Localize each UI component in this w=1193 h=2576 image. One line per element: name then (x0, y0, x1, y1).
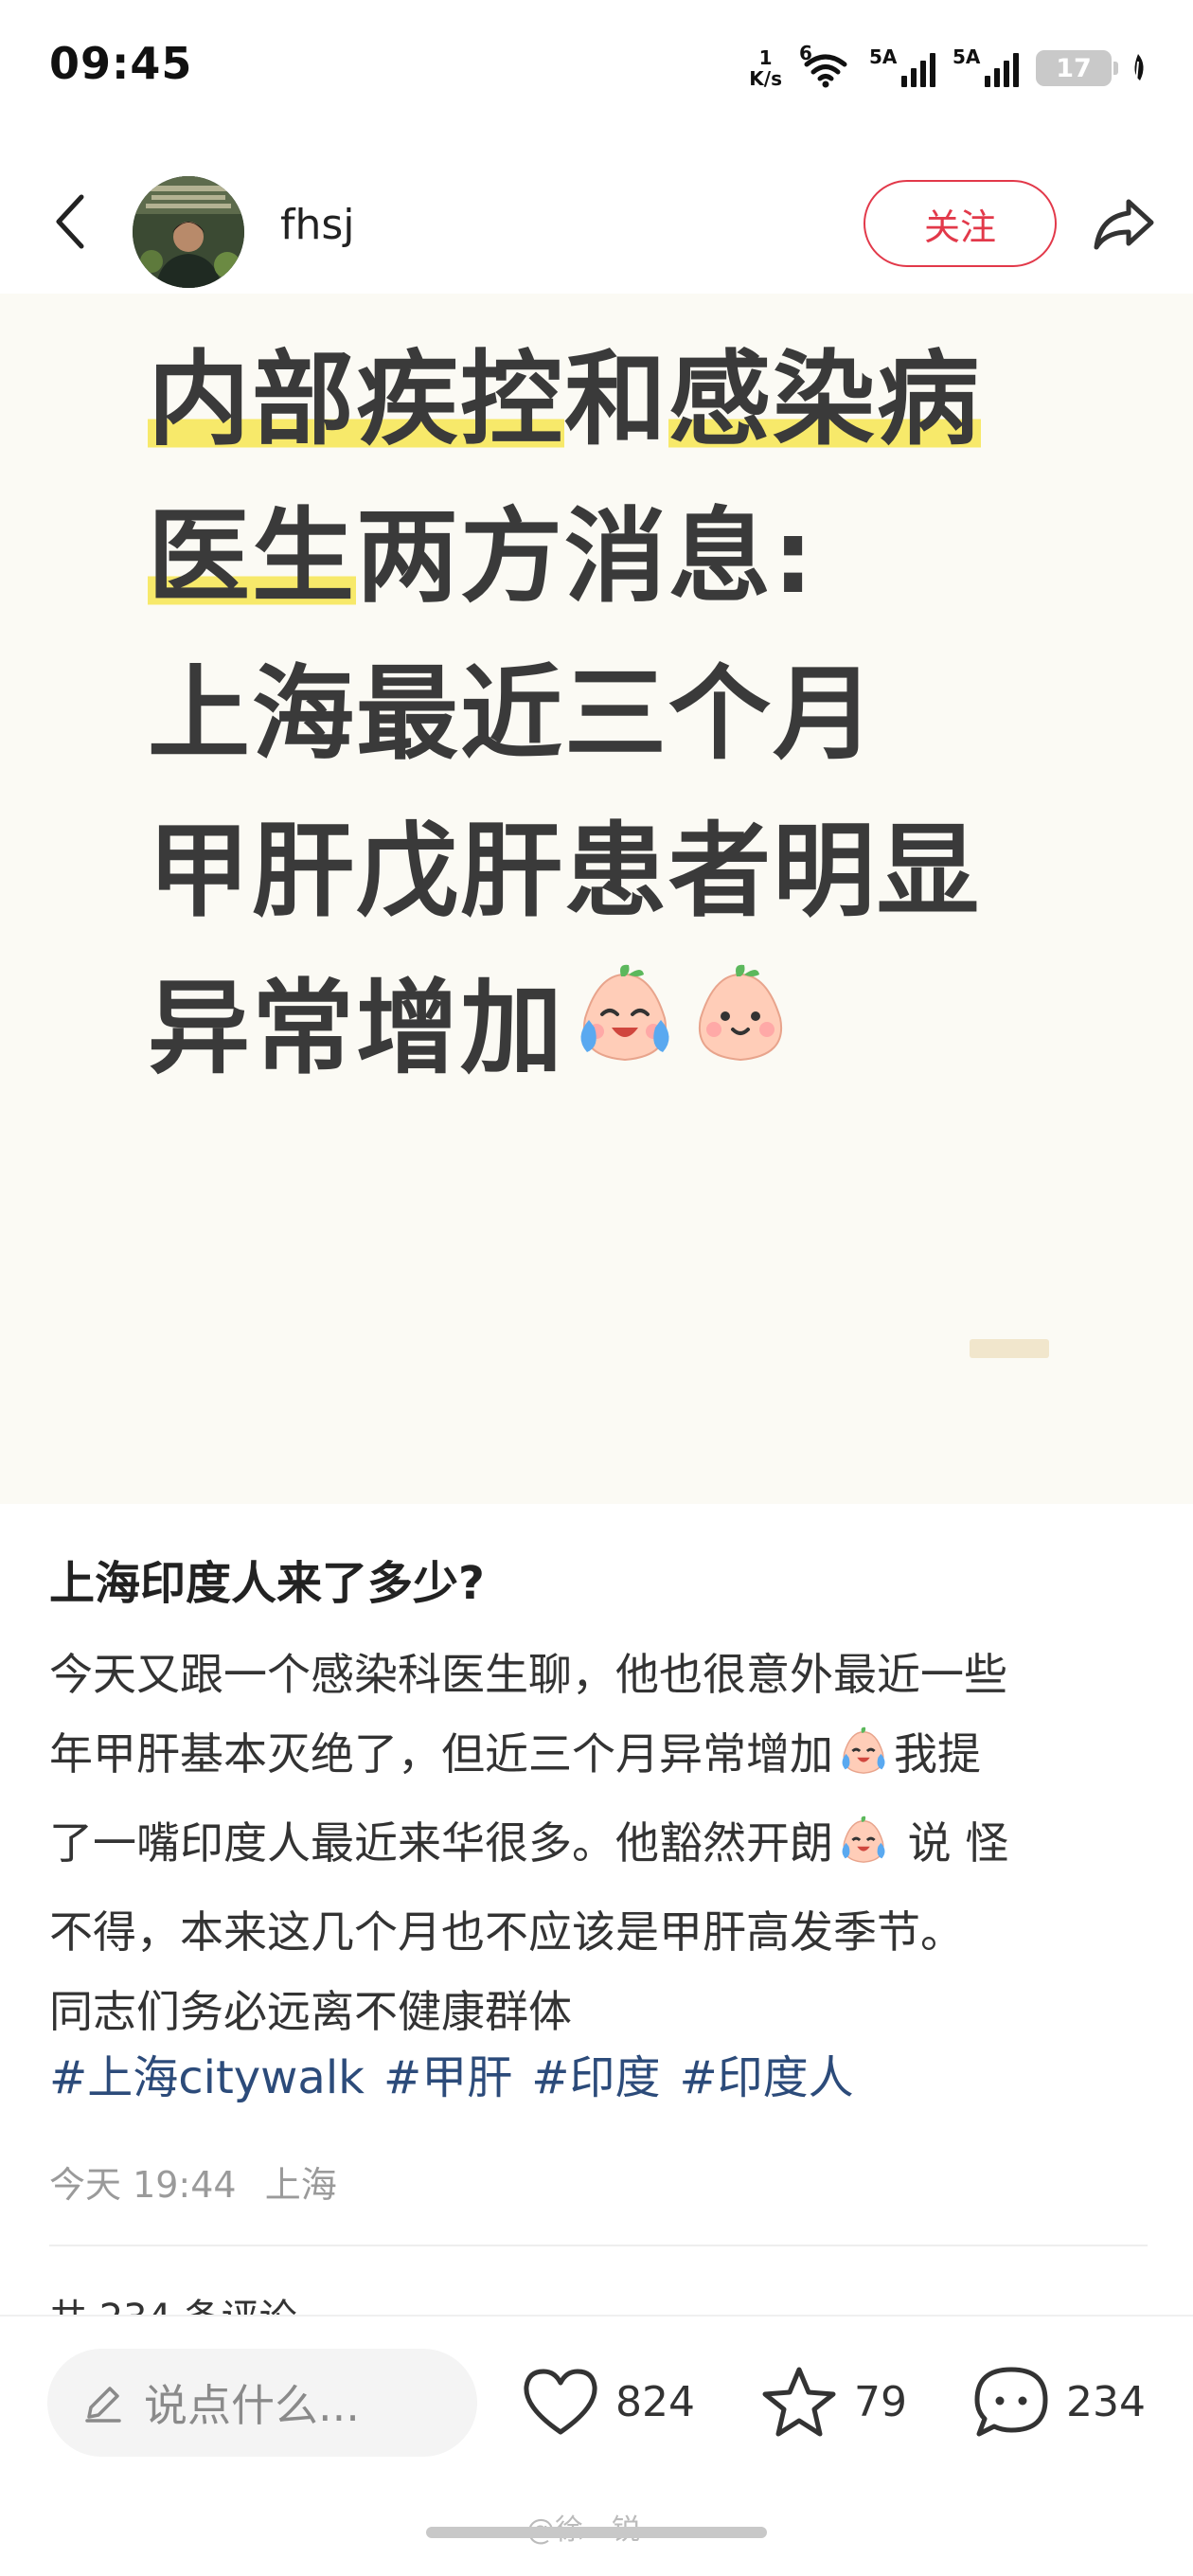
cover-line-2: 医生两方消息: (148, 479, 1076, 636)
author-username[interactable]: fhsj (280, 201, 355, 249)
sim1-label: 5A (869, 45, 898, 68)
hashtag-link[interactable]: #上海citywalk (49, 2051, 365, 2104)
cover-highlight-3: 医生 (148, 498, 357, 617)
post-body: 今天又跟一个感染科医生聊，他也很意外最近一些 年甲肝基本灭绝了，但近三个月异常增… (49, 1635, 1148, 2051)
comment-count: 共 234 条评论 (49, 2292, 297, 2315)
share-button[interactable] (1089, 189, 1159, 259)
wifi-icon: 6 (799, 42, 852, 89)
network-speed-value: 1 (758, 46, 773, 69)
wifi-badge: 6 (799, 42, 812, 64)
post-time: 今天 19:44 (49, 2164, 237, 2206)
crying-laughing-peach-emoji-icon (570, 958, 680, 1116)
battery-level: 17 (1056, 53, 1092, 83)
post-body-line: 不得，本来这几个月也不应该是甲肝高发季节。 (49, 1906, 964, 1958)
favorite-button[interactable]: 79 (759, 2354, 907, 2449)
cover-line-1-mid: 和 (564, 341, 669, 459)
cover-line-5: 异常增加 (148, 951, 1076, 1116)
status-bar: 09:45 1 K/s 6 5A 5A 17 (0, 0, 1193, 142)
network-speed-unit: K/s (749, 67, 782, 90)
tag-list: #上海citywalk #甲肝 #印度 #印度人 (49, 2038, 873, 2118)
sim2-label: 5A (953, 45, 981, 68)
post-meta: 今天 19:44 上海 (49, 2156, 337, 2208)
status-icons: 1 K/s 6 5A 5A 17 (749, 42, 1148, 95)
home-indicator[interactable] (426, 2527, 767, 2538)
comment-input-placeholder: 说点什么... (144, 2380, 360, 2431)
network-speed: 1 K/s (749, 47, 782, 89)
back-button[interactable] (42, 184, 98, 259)
post-cover-image[interactable]: 内部疾控和感染病 医生两方消息: 上海最近三个月 甲肝戊肝患者明显 异常增加 (0, 294, 1193, 1504)
post-header: fhsj 关注 (0, 142, 1193, 294)
bottom-action-bar: 说点什么... 824 79 234 @徐一锐 (0, 2315, 1193, 2576)
post-body-line: 年甲肝基本灭绝了，但近三个月异常增加 我提 (49, 1714, 1148, 1803)
status-time: 09:45 (49, 38, 193, 89)
pencil-icon (85, 2387, 121, 2423)
post-body-text: 年甲肝基本灭绝了，但近三个月异常增加 (49, 1728, 833, 1780)
comment-bubble-icon (974, 2367, 1048, 2437)
smiling-peach-emoji-icon (686, 958, 795, 1116)
hashtag-link[interactable]: #印度人 (679, 2051, 853, 2104)
favorite-count: 79 (854, 2377, 907, 2426)
like-button[interactable]: 824 (521, 2354, 695, 2449)
hashtag-link[interactable]: #印度 (531, 2051, 660, 2104)
star-icon (762, 2367, 836, 2437)
heart-icon (524, 2369, 597, 2435)
follow-button[interactable]: 关注 (864, 180, 1057, 267)
signal-icon-sim2: 5A (953, 45, 1019, 87)
post-title: 上海印度人来了多少? (49, 1557, 485, 1610)
avatar-image (133, 176, 244, 288)
hashtag-link[interactable]: #甲肝 (383, 2051, 512, 2104)
post-body-line: 了一嘴印度人最近来华很多。他豁然开朗 说 怪 (49, 1803, 1148, 1892)
battery-icon: 17 (1036, 50, 1118, 86)
post-body-text: 我提 (894, 1728, 981, 1780)
power-saving-leaf-icon (1134, 54, 1144, 83)
avatar[interactable] (133, 176, 244, 288)
post-body-line: 今天又跟一个感染科医生聊，他也很意外最近一些 (49, 1649, 1007, 1700)
cover-line-5-text: 异常增加 (148, 970, 565, 1088)
divider (49, 2245, 1148, 2246)
post-body-text: 说 怪 (894, 1817, 1009, 1869)
image-indicator (970, 1339, 1049, 1358)
cover-highlight-1: 内部疾控 (148, 341, 565, 459)
cover-line-3: 上海最近三个月 (148, 655, 878, 774)
comment-button[interactable]: 234 (971, 2354, 1146, 2449)
crying-laughing-peach-emoji-icon (837, 1813, 890, 1892)
post-body-text: 了一嘴印度人最近来华很多。他豁然开朗 (49, 1817, 833, 1869)
signal-icon-sim1: 5A (869, 45, 935, 87)
cover-line-4: 甲肝戊肝患者明显 (148, 813, 982, 931)
comment-input[interactable]: 说点什么... (47, 2349, 477, 2457)
like-count: 824 (615, 2377, 695, 2426)
share-icon (1094, 199, 1154, 250)
cover-highlight-2: 感染病 (668, 341, 982, 459)
post-location: 上海 (264, 2164, 337, 2206)
comment-count-button: 234 (1066, 2377, 1146, 2426)
cover-line-1: 内部疾控和感染病 (148, 322, 1076, 479)
crying-laughing-peach-emoji-icon (837, 1724, 890, 1803)
cover-text: 内部疾控和感染病 医生两方消息: 上海最近三个月 甲肝戊肝患者明显 异常增加 (148, 322, 1076, 1116)
cover-line-2-rest: 两方消息: (356, 498, 816, 617)
chevron-left-icon (56, 194, 84, 249)
